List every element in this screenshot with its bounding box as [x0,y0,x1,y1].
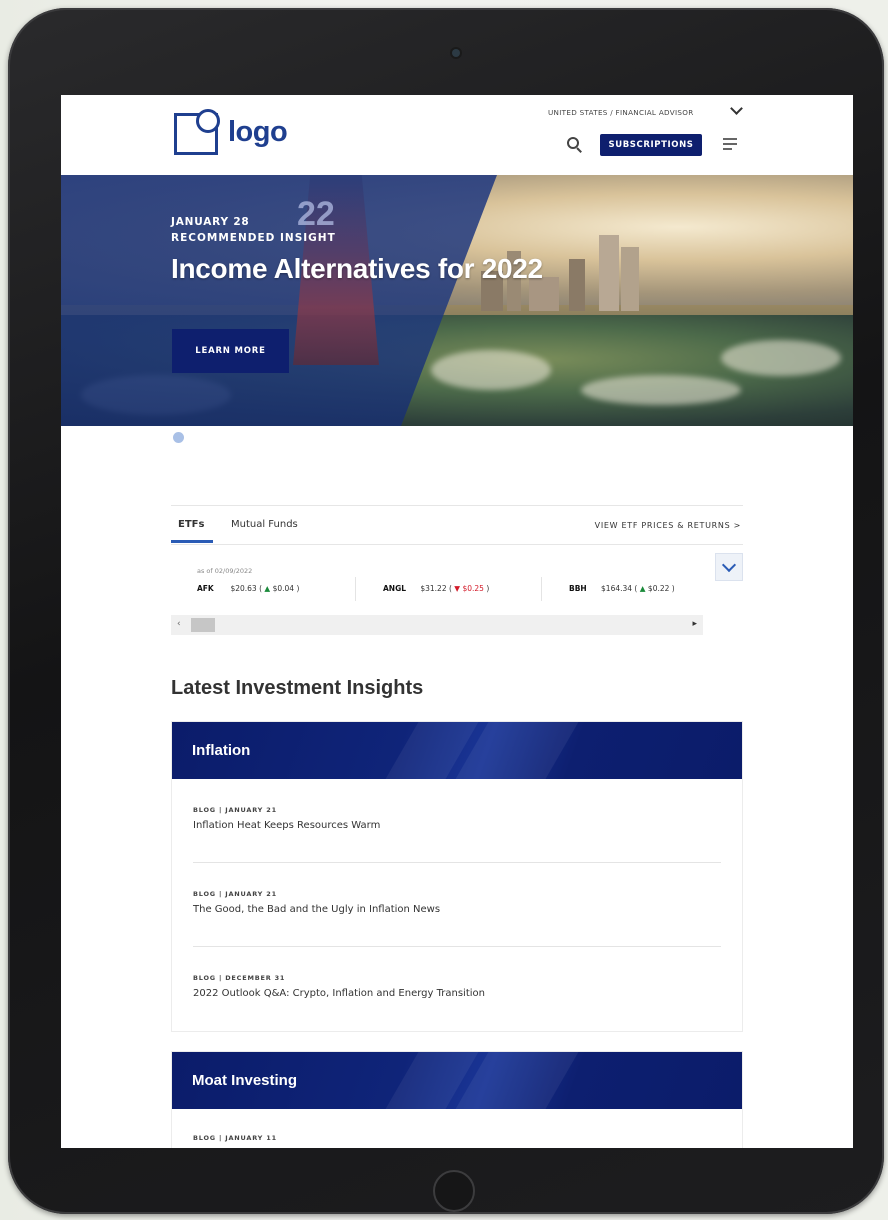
carousel-dot[interactable] [173,432,184,443]
ticker-item[interactable]: AFK $20.63 ( ▲ $0.04 ) [197,584,299,593]
insight-card-moat-investing: Moat Investing BLOG | JANUARY 11 [171,1051,743,1148]
card-title: Moat Investing [192,1072,298,1089]
menu-icon[interactable] [723,138,739,152]
article-headline[interactable]: The Good, the Bad and the Ugly in Inflat… [193,904,440,915]
ticker-price: $164.34 [601,584,633,593]
as-of-date: as of 02/09/2022 [197,567,253,575]
price-tabs: ETFs Mutual Funds VIEW ETF PRICES & RETU… [171,505,743,545]
chevron-down-icon [730,102,743,115]
article-meta: BLOG | JANUARY 11 [193,1134,277,1142]
article-meta: BLOG | JANUARY 21 [193,806,277,814]
section-title: Latest Investment Insights [171,677,424,699]
ticker-symbol: AFK [197,584,214,593]
scroll-left-arrow[interactable]: ‹ [177,619,181,629]
browser-screen: logo UNITED STATES / FINANCIAL ADVISOR S… [61,95,853,1148]
locale-label: UNITED STATES / FINANCIAL ADVISOR [548,108,694,117]
scroll-right-arrow[interactable]: ▸ [692,619,697,629]
article-meta: BLOG | JANUARY 21 [193,890,277,898]
buoy-number: 22 [297,195,335,233]
list-item[interactable]: BLOG | JANUARY 11 [172,1109,742,1148]
skyline-building [621,247,639,311]
expand-prices-button[interactable] [715,553,743,581]
ticker-symbol: BBH [569,584,587,593]
horizontal-scrollbar[interactable]: ‹ ▸ [171,615,703,635]
search-icon[interactable] [567,137,582,153]
ticker-item[interactable]: ANGL $31.22 ( ▼ $0.25 ) [383,584,489,593]
skyline-building [569,259,585,311]
card-header[interactable]: Inflation [172,722,742,779]
tab-etfs[interactable]: ETFs [178,519,204,530]
ticker-divider [355,577,356,601]
home-button[interactable] [433,1170,475,1212]
logo-mark-circle [196,109,220,133]
logo-text: logo [228,116,288,148]
ticker-change: $0.22 [647,584,670,593]
ticker-price: $20.63 [230,584,257,593]
view-etf-prices-link[interactable]: VIEW ETF PRICES & RETURNS > [595,521,741,530]
ticker-change: $0.25 [462,584,484,593]
arrow-up-icon: ▲ [639,584,646,593]
locale-selector[interactable]: UNITED STATES / FINANCIAL ADVISOR [548,102,748,119]
ticker-divider [541,577,542,601]
insight-card-inflation: Inflation BLOG | JANUARY 21 Inflation He… [171,721,743,1032]
ticker-item[interactable]: BBH $164.34 ( ▲ $0.22 ) [569,584,675,593]
skyline-building [599,235,619,311]
list-item[interactable]: BLOG | JANUARY 21 The Good, the Bad and … [172,863,742,947]
list-item[interactable]: BLOG | JANUARY 21 Inflation Heat Keeps R… [172,779,742,863]
ticker-symbol: ANGL [383,584,407,593]
list-item[interactable]: BLOG | DECEMBER 31 2022 Outlook Q&A: Cry… [172,947,742,1031]
active-tab-indicator [171,540,213,543]
learn-more-button[interactable]: LEARN MORE [172,329,289,373]
article-headline[interactable]: 2022 Outlook Q&A: Crypto, Inflation and … [193,988,485,999]
ticker-strip: AFK $20.63 ( ▲ $0.04 ) ANGL $31.22 ( ▼ $… [171,577,711,601]
tablet-frame: logo UNITED STATES / FINANCIAL ADVISOR S… [8,8,884,1214]
hero-banner: 22 JANUARY 28 RECOMMENDED INSIGHT Income… [61,175,853,426]
tab-mutual-funds[interactable]: Mutual Funds [231,519,298,530]
subscriptions-button[interactable]: SUBSCRIPTIONS [600,134,702,156]
article-meta: BLOG | DECEMBER 31 [193,974,286,982]
hero-eyebrow: RECOMMENDED INSIGHT [171,232,336,244]
wave-foam [721,340,841,376]
card-title: Inflation [192,742,251,759]
camera [452,49,460,57]
article-headline[interactable]: Inflation Heat Keeps Resources Warm [193,820,380,831]
site-logo[interactable]: logo [174,109,294,160]
hero-date: JANUARY 28 [171,216,250,228]
scrollbar-thumb[interactable] [191,618,215,632]
arrow-up-icon: ▲ [264,584,271,593]
hero-title: Income Alternatives for 2022 [171,253,543,284]
wave-foam [581,375,741,405]
card-header[interactable]: Moat Investing [172,1052,742,1109]
ticker-price: $31.22 [420,584,447,593]
wave-foam [431,350,551,390]
ticker-change: $0.04 [272,584,295,593]
chevron-down-icon [721,557,737,573]
arrow-down-icon: ▼ [454,584,461,593]
